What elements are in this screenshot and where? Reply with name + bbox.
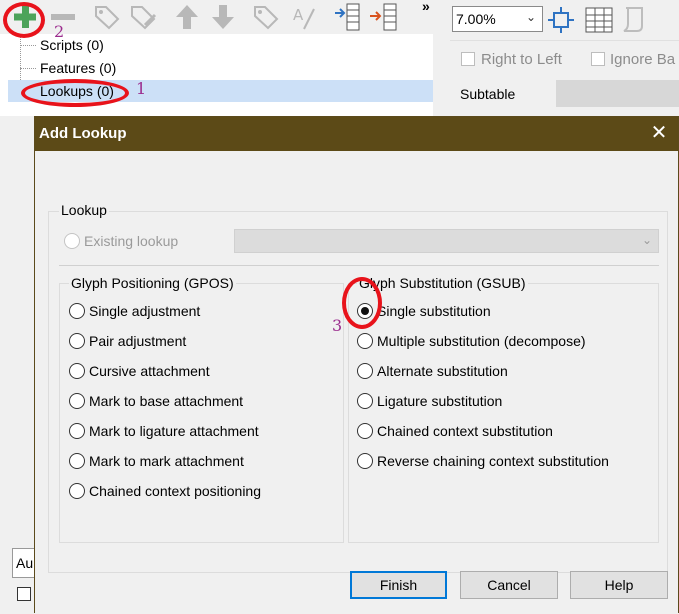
gsub-alternate-substitution-label: Alternate substitution [377,363,508,379]
gpos-single-adjustment-label: Single adjustment [89,303,201,319]
chevron-down-icon: ⌄ [641,233,652,247]
gpos-cursive-attachment-label: Cursive attachment [89,363,210,379]
finish-button[interactable]: Finish [350,571,447,599]
existing-lookup-select[interactable]: ⌄ [234,229,659,253]
zoom-value: 7.00% [456,11,496,27]
right-to-left-checkbox[interactable] [461,52,475,66]
arrow-down-icon[interactable] [208,2,238,32]
dialog-content: Lookup Existing lookup ⌄ Glyph Positioni… [35,151,678,614]
ignore-base-label: Ignore Ba [610,51,676,68]
tree-item-scripts[interactable]: Scripts (0) [40,37,104,53]
subtable-label: Subtable [460,86,516,102]
lookup-toolbar: A » [0,0,443,34]
annotation-ring-2 [3,2,45,38]
subtable-field[interactable] [556,80,679,107]
tag-edit-icon[interactable] [128,2,158,32]
gsub-ligature-substitution-label: Ligature substitution [377,393,503,409]
add-lookup-dialog: Add Lookup ✕ Lookup Existing lookup ⌄ Gl… [34,116,679,614]
gpos-group-frame [59,283,344,543]
gpos-chained-context-radio[interactable] [69,483,85,499]
gpos-mark-to-mark-radio[interactable] [69,453,85,469]
lookup-group-label: Lookup [59,202,109,218]
arrow-up-icon[interactable] [172,2,202,32]
lookup-separator [59,265,659,266]
spell-icon[interactable]: A [289,2,319,32]
gpos-single-adjustment-radio[interactable] [69,303,85,319]
tag-icon[interactable] [92,2,122,32]
left-panel-edge [0,116,34,613]
annotation-ring-3 [342,277,382,329]
split-table-icon[interactable] [368,2,398,32]
ignore-base-checkbox[interactable] [591,52,605,66]
svg-text:A: A [293,6,304,24]
script-icon[interactable] [620,4,648,34]
gsub-chained-context-label: Chained context substitution [377,423,553,439]
gpos-mark-to-mark-label: Mark to mark attachment [89,453,244,469]
gpos-pair-adjustment-radio[interactable] [69,333,85,349]
tree-item-features[interactable]: Features (0) [40,60,116,76]
right-to-left-label: Right to Left [481,51,562,68]
gpos-group-label: Glyph Positioning (GPOS) [69,275,236,291]
table-view-icon[interactable] [584,6,614,34]
gpos-mark-to-base-label: Mark to base attachment [89,393,244,409]
cancel-button[interactable]: Cancel [460,571,558,599]
merge-table-icon[interactable] [333,2,363,32]
gsub-chained-context-radio[interactable] [357,423,373,439]
gpos-pair-adjustment-label: Pair adjustment [89,333,187,349]
gpos-chained-context-label: Chained context positioning [89,483,262,499]
annotation-ring-1 [21,79,129,107]
gpos-mark-to-ligature-label: Mark to ligature attachment [89,423,259,439]
chevron-down-icon: ⌄ [525,10,536,24]
gsub-multiple-substitution-label: Multiple substitution (decompose) [377,333,586,349]
gsub-reverse-chaining-label: Reverse chaining context substitution [377,453,609,469]
annotation-number-1: 1 [136,79,147,98]
existing-lookup-radio[interactable] [64,233,80,249]
gpos-cursive-attachment-radio[interactable] [69,363,85,379]
gsub-single-substitution-label: Single substitution [377,303,491,319]
help-button[interactable]: Help [570,571,668,599]
annotation-number-3: 3 [332,316,343,335]
close-icon[interactable]: ✕ [646,119,672,147]
zoom-select[interactable]: 7.00% ⌄ [452,6,543,32]
gsub-reverse-chaining-radio[interactable] [357,453,373,469]
existing-lookup-label: Existing lookup [84,233,179,249]
gpos-mark-to-base-radio[interactable] [69,393,85,409]
gsub-alternate-substitution-radio[interactable] [357,363,373,379]
fit-view-icon[interactable] [547,6,575,34]
gpos-mark-to-ligature-radio[interactable] [69,423,85,439]
toolbar-overflow-button[interactable]: » [422,0,430,14]
gsub-ligature-substitution-radio[interactable] [357,393,373,409]
dialog-titlebar[interactable]: Add Lookup ✕ [35,117,678,151]
annotation-number-2: 2 [54,22,65,41]
gsub-group-label: Glyph Substitution (GSUB) [357,275,528,291]
bottom-checkbox[interactable] [17,587,31,601]
gsub-multiple-substitution-radio[interactable] [357,333,373,349]
dialog-title: Add Lookup [39,125,127,142]
tag-flag-icon[interactable] [251,2,281,32]
gsub-group-frame [348,283,659,543]
